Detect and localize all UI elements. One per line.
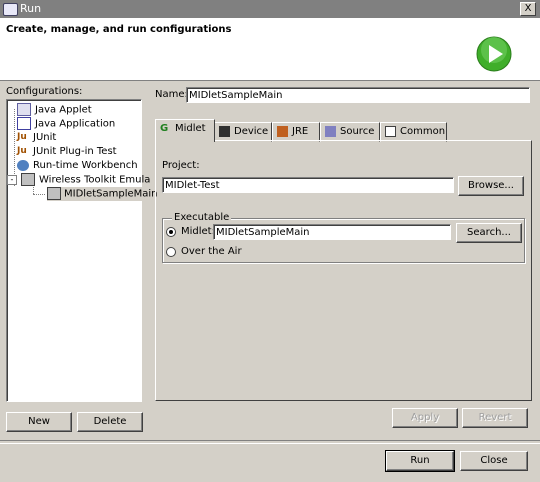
tree-item-label: Wireless Toolkit Emula xyxy=(39,174,151,186)
tab-common[interactable]: Common xyxy=(380,122,447,142)
tree-item-runtime-workbench[interactable]: Run-time Workbench xyxy=(17,159,138,173)
tree-item-wireless-toolkit[interactable]: - Wireless Toolkit Emula xyxy=(7,173,150,187)
midlet-radio-label: Midlet: xyxy=(181,226,215,237)
configurations-label: Configurations: xyxy=(6,86,83,97)
over-the-air-label: Over the Air xyxy=(181,246,242,257)
wireless-toolkit-icon xyxy=(21,173,35,186)
name-field[interactable]: MIDletSampleMain xyxy=(186,87,530,103)
executable-label: Executable xyxy=(172,212,232,223)
collapse-icon[interactable]: - xyxy=(7,174,17,185)
close-button[interactable]: Close xyxy=(460,451,528,471)
close-window-button[interactable]: X xyxy=(520,2,536,16)
new-button[interactable]: New xyxy=(6,412,72,432)
junit-icon: Ju xyxy=(17,131,27,142)
apply-button[interactable]: Apply xyxy=(392,408,458,428)
tab-source[interactable]: Source xyxy=(320,122,380,142)
tree-item-label: MIDletSampleMain xyxy=(64,188,158,200)
configurations-tree[interactable]: Java Applet Java Application Ju JUnit Ju J… xyxy=(6,99,160,402)
dialog-heading: Create, manage, and run configurations xyxy=(6,24,232,35)
java-applet-icon xyxy=(17,103,31,116)
midlet-config-icon xyxy=(47,187,61,200)
midlet-tab-icon: G xyxy=(160,122,169,134)
tree-item-label: Java Applet xyxy=(35,104,92,116)
tree-item-label: JUnit Plug-in Test xyxy=(33,146,117,157)
delete-button[interactable]: Delete xyxy=(77,412,143,432)
run-button[interactable]: Run xyxy=(385,450,455,472)
tree-item-java-applet[interactable]: Java Applet xyxy=(17,103,92,117)
name-label: Name: xyxy=(155,89,188,100)
tab-label: Common xyxy=(400,126,446,137)
revert-button[interactable]: Revert xyxy=(462,408,528,428)
tree-item-java-application[interactable]: Java Application xyxy=(17,117,115,131)
dialog-header: Create, manage, and run configurations xyxy=(0,18,540,81)
eclipse-icon xyxy=(3,3,18,16)
tree-item-label: Run-time Workbench xyxy=(33,160,138,171)
tab-label: Device xyxy=(234,126,269,137)
source-icon xyxy=(325,125,336,137)
tab-label: Midlet xyxy=(175,123,206,134)
tree-item-junit-plugin[interactable]: Ju JUnit Plug-in Test xyxy=(17,145,117,159)
java-application-icon xyxy=(17,117,31,130)
over-the-air-radio[interactable] xyxy=(166,247,176,257)
tab-jre[interactable]: JRE xyxy=(272,122,320,142)
tab-label: Source xyxy=(340,126,375,137)
bottom-separator xyxy=(0,440,540,444)
window-title: Run xyxy=(20,2,42,15)
device-icon xyxy=(219,125,230,137)
title-bar: Run X xyxy=(0,0,540,18)
midlet-tab-panel: Project: MIDlet-Test Browse... Executabl… xyxy=(155,140,532,401)
tab-label: JRE xyxy=(292,126,309,137)
project-label: Project: xyxy=(162,160,200,171)
jre-icon xyxy=(277,125,288,137)
common-icon xyxy=(385,125,396,137)
junit-plugin-icon: Ju xyxy=(17,145,27,156)
tab-midlet[interactable]: G Midlet xyxy=(155,119,215,142)
run-icon xyxy=(476,36,512,72)
tab-device[interactable]: Device xyxy=(214,122,272,142)
search-button[interactable]: Search... xyxy=(456,223,522,243)
tree-item-label: Java Application xyxy=(35,118,116,130)
midlet-field[interactable]: MIDletSampleMain xyxy=(213,224,451,240)
tree-item-junit[interactable]: Ju JUnit xyxy=(17,131,56,145)
midlet-radio[interactable] xyxy=(166,227,176,237)
workbench-icon xyxy=(17,159,29,171)
tree-item-label: JUnit xyxy=(33,132,57,143)
tree-item-midletsamplemain[interactable]: MIDletSampleMain xyxy=(47,187,160,201)
browse-button[interactable]: Browse... xyxy=(458,176,524,196)
project-field[interactable]: MIDlet-Test xyxy=(162,177,454,193)
